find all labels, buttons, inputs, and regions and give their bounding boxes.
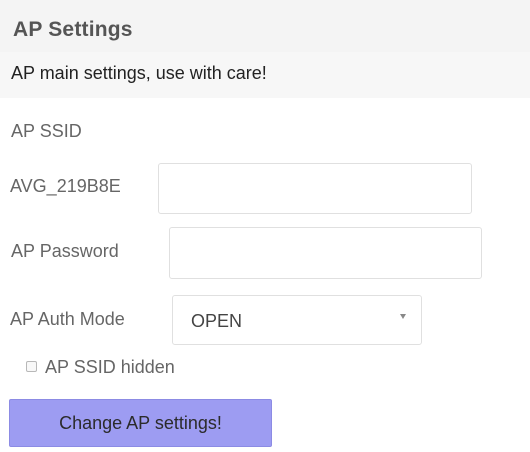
- ap-auth-mode-select[interactable]: OPEN: [172, 295, 422, 345]
- ap-password-input[interactable]: [169, 227, 482, 279]
- ap-ssid-label: AP SSID: [11, 121, 82, 141]
- ap-ssid-input[interactable]: [158, 163, 472, 214]
- settings-header: AP Settings: [0, 0, 530, 52]
- ap-auth-mode-label: AP Auth Mode: [10, 309, 125, 329]
- settings-description-row: AP main settings, use with care!: [0, 52, 530, 98]
- ap-ssid-prefix: AVG_219B8E: [10, 176, 121, 196]
- ap-password-label: AP Password: [11, 241, 119, 261]
- ap-settings-panel: AP Settings AP main settings, use with c…: [0, 0, 530, 452]
- change-ap-settings-button[interactable]: Change AP settings!: [9, 399, 272, 447]
- chevron-down-icon: [400, 314, 406, 319]
- page-title: AP Settings: [13, 18, 133, 41]
- ap-auth-mode-value: OPEN: [191, 311, 243, 331]
- ap-ssid-hidden-checkbox[interactable]: [26, 361, 37, 372]
- ap-ssid-hidden-label: AP SSID hidden: [45, 357, 175, 377]
- settings-description: AP main settings, use with care!: [11, 63, 267, 83]
